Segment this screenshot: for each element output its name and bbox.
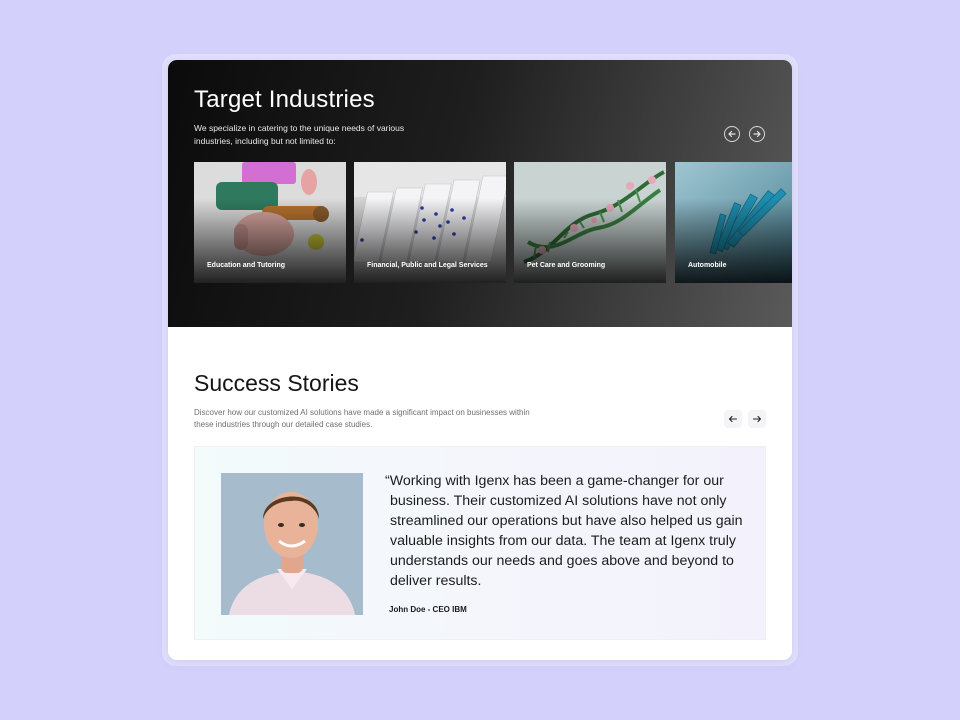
industries-carousel: Education and Tutoring Financial, Public…	[194, 162, 792, 283]
industry-card-education[interactable]: Education and Tutoring	[194, 162, 346, 283]
industry-card-automobile[interactable]: Automobile	[675, 162, 792, 283]
industry-label: Pet Care and Grooming	[527, 262, 606, 269]
testimonial-quote: “Working with Igenx has been a game-chan…	[385, 473, 743, 589]
industry-label: Financial, Public and Legal Services	[367, 262, 488, 269]
target-industries-section: Target Industries We specialize in cater…	[168, 60, 792, 327]
stories-description: Discover how our customized AI solutions…	[194, 408, 530, 429]
arrow-left-circle-icon	[728, 130, 736, 138]
arrow-right-circle-icon	[753, 130, 761, 138]
industry-card-pet-care[interactable]: Pet Care and Grooming	[514, 162, 666, 283]
testimonial-card: “Working with Igenx has been a game-chan…	[194, 446, 766, 640]
stories-prev-button[interactable]	[724, 410, 742, 428]
industry-card-financial[interactable]: Financial, Public and Legal Services	[354, 162, 506, 283]
industries-title: Target Industries	[194, 86, 375, 113]
industries-description: We specialize in catering to the unique …	[194, 123, 405, 146]
industry-label: Automobile	[688, 262, 727, 269]
stories-next-button[interactable]	[748, 410, 766, 428]
content-card: Target Industries We specialize in cater…	[168, 60, 792, 660]
industries-next-button[interactable]	[749, 126, 765, 142]
testimonial-author: John Doe - CEO IBM	[389, 605, 467, 614]
industries-prev-button[interactable]	[724, 126, 740, 142]
arrow-right-icon	[752, 415, 762, 423]
author-photo	[221, 473, 363, 615]
arrow-left-icon	[728, 415, 738, 423]
author-portrait-image	[221, 473, 363, 615]
industry-label: Education and Tutoring	[207, 262, 286, 269]
stories-title: Success Stories	[194, 370, 359, 396]
